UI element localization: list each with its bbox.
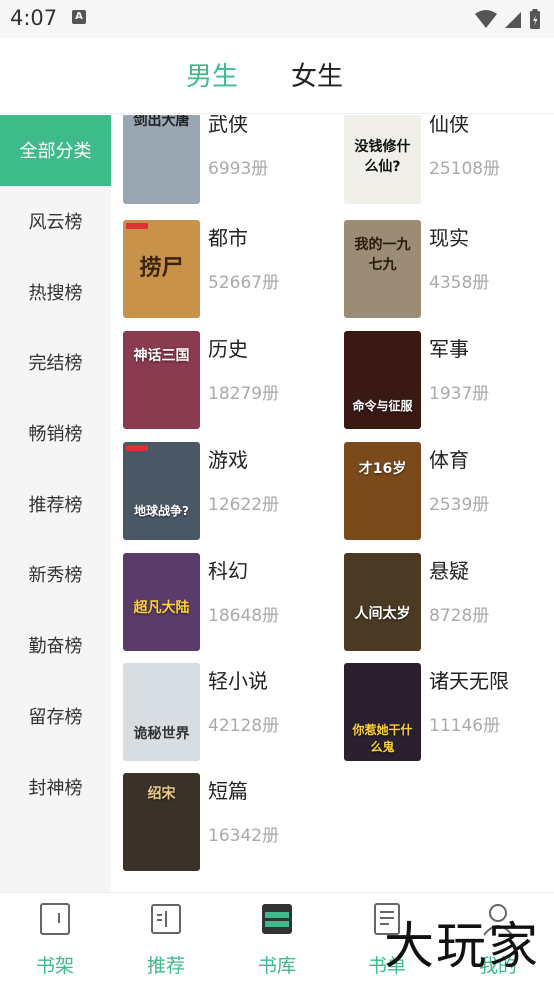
- category-count: 42128册: [208, 716, 280, 736]
- book-cover: 捞尸: [123, 220, 200, 318]
- category-count: 4358册: [429, 273, 490, 293]
- watermark: 大玩家: [384, 917, 540, 975]
- category-name: 轻小说: [208, 669, 268, 693]
- book-cover: 神话三国: [123, 331, 200, 429]
- category-count: 12622册: [208, 495, 280, 515]
- sidebar-item-hot-search[interactable]: 热搜榜: [0, 256, 111, 327]
- gender-tab-bar: 男生 女生: [0, 38, 554, 114]
- bookshelf-icon: [40, 903, 70, 935]
- category-count: 6993册: [208, 159, 269, 179]
- book-cover: 诡秘世界: [123, 663, 200, 761]
- nav-library[interactable]: 书库: [222, 893, 332, 984]
- wifi-icon: [474, 10, 497, 28]
- book-cover: 绍宋: [123, 773, 200, 871]
- book-cover: 人间太岁: [344, 553, 421, 651]
- sidebar-item-hall-of-fame[interactable]: 封神榜: [0, 751, 111, 822]
- category-card[interactable]: 诡秘世界 轻小说 42128册: [111, 663, 321, 763]
- category-card[interactable]: 超凡大陆 科幻 18648册: [111, 553, 321, 653]
- publisher-tag: [126, 445, 148, 451]
- sidebar-item-recommended[interactable]: 推荐榜: [0, 468, 111, 539]
- category-count: 25108册: [429, 159, 501, 179]
- category-count: 18648册: [208, 606, 280, 626]
- nav-label: 书架: [35, 955, 74, 977]
- book-cover: 没钱修什么仙?: [344, 115, 421, 204]
- category-count: 16342册: [208, 826, 280, 846]
- open-book-icon: [151, 904, 181, 934]
- cover-title: 剑出大唐: [133, 115, 190, 129]
- cover-title: 诡秘世界: [133, 726, 190, 742]
- battery-icon: [530, 9, 540, 29]
- book-cover: 才16岁: [344, 442, 421, 540]
- status-indicators: [474, 8, 542, 30]
- category-name: 现实: [429, 226, 469, 250]
- category-count: 8728册: [429, 606, 490, 626]
- category-count: 52667册: [208, 273, 280, 293]
- publisher-tag: [126, 223, 148, 229]
- category-name: 军事: [429, 337, 469, 361]
- ranking-sidebar: 全部分类 风云榜 热搜榜 完结榜 畅销榜 推荐榜 新秀榜 勤奋榜 留存榜 封神榜: [0, 115, 111, 892]
- book-cover: 命令与征服: [344, 331, 421, 429]
- category-card[interactable]: 你惹她干什么鬼 诸天无限 11146册: [332, 663, 542, 763]
- book-cover: 剑出大唐: [123, 115, 200, 204]
- category-count: 2539册: [429, 495, 490, 515]
- category-card[interactable]: 人间太岁 悬疑 8728册: [332, 553, 542, 653]
- category-card[interactable]: 才16岁 体育 2539册: [332, 442, 542, 542]
- cover-title: 没钱修什么仙?: [354, 139, 411, 175]
- nav-label: 书库: [257, 955, 296, 977]
- cover-title: 绍宋: [147, 786, 176, 802]
- category-name: 悬疑: [429, 559, 469, 583]
- nav-bookshelf[interactable]: 书架: [0, 893, 110, 984]
- status-time: 4:07: [10, 6, 58, 30]
- category-card[interactable]: 没钱修什么仙? 仙侠 25108册: [332, 115, 542, 206]
- status-bar: 4:07 A: [0, 0, 554, 38]
- category-card[interactable]: 神话三国 历史 18279册: [111, 331, 321, 431]
- cover-title: 超凡大陆: [133, 600, 190, 616]
- sidebar-item-completed[interactable]: 完结榜: [0, 327, 111, 398]
- category-name: 科幻: [208, 559, 248, 583]
- sidebar-item-diligent[interactable]: 勤奋榜: [0, 610, 111, 681]
- category-card[interactable]: 我的一九七九 现实 4358册: [332, 220, 542, 320]
- cover-title: 神话三国: [133, 348, 190, 364]
- sidebar-item-all-categories[interactable]: 全部分类: [0, 115, 111, 186]
- category-grid: 剑出大唐 武侠 6993册 没钱修什么仙? 仙侠 25108册 捞尸 都市 52…: [111, 115, 554, 892]
- category-name: 仙侠: [429, 115, 469, 136]
- cover-title: 命令与征服: [352, 399, 413, 413]
- book-cover: 你惹她干什么鬼: [344, 663, 421, 761]
- cover-title: 你惹她干什么鬼: [352, 723, 413, 754]
- category-name: 武侠: [208, 115, 248, 136]
- category-name: 历史: [208, 337, 248, 361]
- cover-title: 我的一九七九: [354, 237, 411, 273]
- cover-title: 捞尸: [139, 256, 184, 281]
- category-card[interactable]: 剑出大唐 武侠 6993册: [111, 115, 321, 206]
- category-card[interactable]: 命令与征服 军事 1937册: [332, 331, 542, 431]
- category-count: 18279册: [208, 384, 280, 404]
- category-card[interactable]: 地球战争? 游戏 12622册: [111, 442, 321, 542]
- category-name: 诸天无限: [429, 669, 509, 693]
- book-cover: 超凡大陆: [123, 553, 200, 651]
- category-card[interactable]: 绍宋 短篇 16342册: [111, 773, 321, 873]
- category-count: 1937册: [429, 384, 490, 404]
- sidebar-item-bestseller[interactable]: 畅销榜: [0, 398, 111, 469]
- sidebar-item-retention[interactable]: 留存榜: [0, 681, 111, 752]
- cover-title: 地球战争?: [134, 504, 189, 518]
- notification-icon: A: [72, 10, 86, 24]
- cover-title: 才16岁: [358, 461, 407, 477]
- category-name: 游戏: [208, 448, 248, 472]
- nav-label: 推荐: [146, 955, 185, 977]
- category-name: 体育: [429, 448, 469, 472]
- cover-title: 人间太岁: [354, 606, 411, 622]
- category-count: 11146册: [429, 716, 501, 736]
- category-name: 短篇: [208, 779, 248, 803]
- sidebar-item-fengyun[interactable]: 风云榜: [0, 186, 111, 257]
- tab-male[interactable]: 男生: [186, 56, 238, 93]
- book-cover: 地球战争?: [123, 442, 200, 540]
- book-cover: 我的一九七九: [344, 220, 421, 318]
- sidebar-item-new-talent[interactable]: 新秀榜: [0, 539, 111, 610]
- signal-icon: [504, 12, 521, 28]
- tab-female[interactable]: 女生: [291, 56, 343, 93]
- library-icon: [262, 904, 292, 934]
- nav-recommend[interactable]: 推荐: [111, 893, 221, 984]
- category-card[interactable]: 捞尸 都市 52667册: [111, 220, 321, 320]
- category-name: 都市: [208, 226, 248, 250]
